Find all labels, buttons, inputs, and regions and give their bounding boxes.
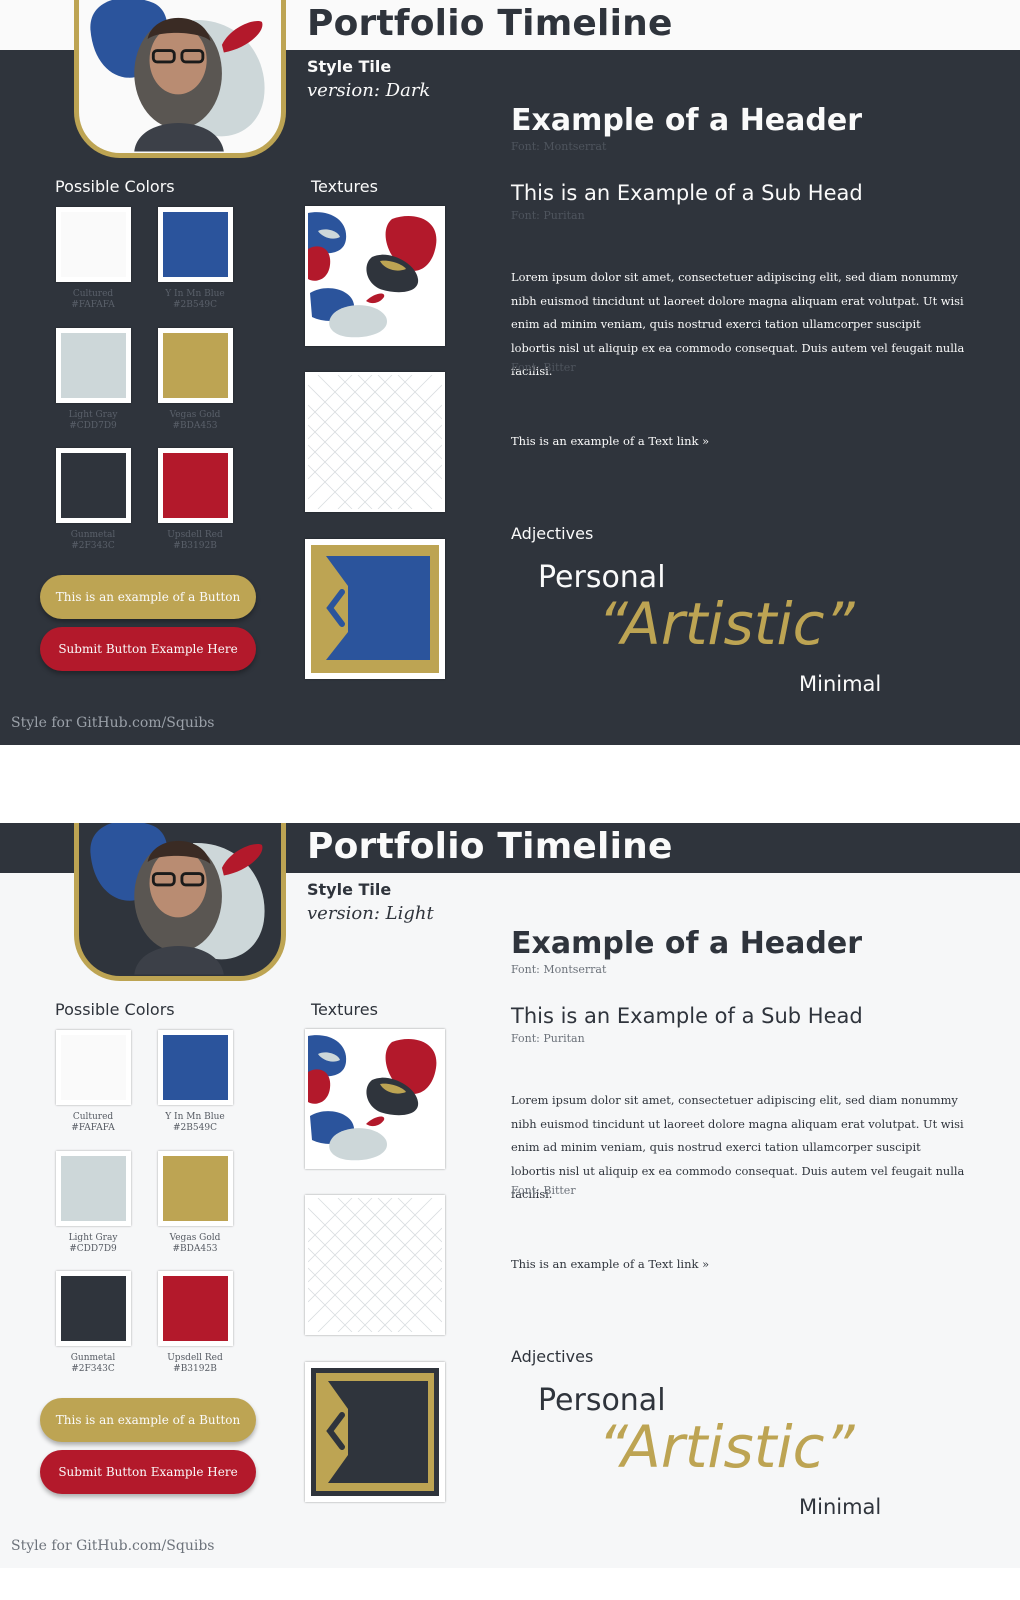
- version-prefix: version:: [307, 903, 380, 924]
- version-label: version: Light: [307, 903, 434, 924]
- subhead-font-note: Font: Puritan: [511, 209, 585, 222]
- style-tile-label: Style Tile: [307, 57, 392, 76]
- submit-button[interactable]: Submit Button Example Here: [40, 627, 256, 671]
- submit-button[interactable]: Submit Button Example Here: [40, 1450, 256, 1494]
- swatch-caption: Cultured #FAFAFA: [71, 289, 115, 310]
- adjective-minimal: Minimal: [799, 1495, 882, 1519]
- texture-shapes: [305, 206, 445, 346]
- swatch-light-gray: [56, 1151, 131, 1226]
- subhead-font-note: Font: Puritan: [511, 1032, 585, 1045]
- page-title: Portfolio Timeline: [307, 3, 673, 44]
- portrait-logo: [74, 823, 286, 981]
- texture-pattern: [305, 372, 445, 512]
- body-text: Lorem ipsum dolor sit amet, consectetuer…: [511, 1093, 965, 1201]
- adjective-minimal: Minimal: [799, 672, 882, 696]
- swatch-caption: Upsdell Red #B3192B: [167, 530, 223, 551]
- swatch-caption: Light Gray #CDD7D9: [68, 410, 118, 431]
- body-font-note: Font: Bitter: [511, 1184, 576, 1197]
- version-value: Dark: [385, 80, 431, 101]
- swatch-caption: Gunmetal #2F343C: [70, 530, 116, 551]
- adjectives-heading: Adjectives: [511, 1347, 594, 1366]
- swatch-red: [158, 448, 233, 523]
- text-link[interactable]: This is an example of a Text link »: [511, 1257, 709, 1271]
- textures-heading: Textures: [311, 1000, 378, 1019]
- example-subhead: This is an Example of a Sub Head: [511, 181, 863, 205]
- swatch-caption: Light Gray #CDD7D9: [68, 1233, 118, 1254]
- header-font-note: Font: Montserrat: [511, 963, 607, 976]
- portrait-logo: [74, 0, 286, 158]
- style-tile-dark: Portfolio Timeline Style Tile version: D…: [0, 0, 1020, 745]
- swatch-gold: [158, 1151, 233, 1226]
- swatch-caption: Gunmetal #2F343C: [70, 1353, 116, 1374]
- texture-pattern: [305, 1195, 445, 1335]
- texture-frame: [305, 1362, 445, 1502]
- swatch-caption: Y In Mn Blue #2B549C: [165, 289, 225, 310]
- body-font-note: Font: Bitter: [511, 361, 576, 374]
- colors-heading: Possible Colors: [55, 1000, 175, 1019]
- textures-heading: Textures: [311, 177, 378, 196]
- example-button[interactable]: This is an example of a Button: [40, 575, 256, 619]
- footer-credit: Style for GitHub.com/Squibs: [11, 715, 215, 731]
- swatch-gunmetal: [56, 448, 131, 523]
- swatch-light-gray: [56, 328, 131, 403]
- example-header: Example of a Header: [511, 103, 863, 138]
- footer-credit: Style for GitHub.com/Squibs: [11, 1538, 215, 1554]
- swatch-red: [158, 1271, 233, 1346]
- text-link[interactable]: This is an example of a Text link »: [511, 434, 709, 448]
- version-label: version: Dark: [307, 80, 430, 101]
- version-prefix: version:: [307, 80, 380, 101]
- swatch-cultured: [56, 207, 131, 282]
- example-subhead: This is an Example of a Sub Head: [511, 1004, 863, 1028]
- colors-heading: Possible Colors: [55, 177, 175, 196]
- swatch-cultured: [56, 1030, 131, 1105]
- style-tile-label: Style Tile: [307, 880, 392, 899]
- body-text: Lorem ipsum dolor sit amet, consectetuer…: [511, 270, 965, 378]
- page-title: Portfolio Timeline: [307, 826, 673, 867]
- example-button[interactable]: This is an example of a Button: [40, 1398, 256, 1442]
- swatch-caption: Upsdell Red #B3192B: [167, 1353, 223, 1374]
- adjectives-heading: Adjectives: [511, 524, 594, 543]
- example-header: Example of a Header: [511, 926, 863, 961]
- adjective-artistic: “Artistic”: [598, 590, 855, 658]
- swatch-caption: Vegas Gold #BDA453: [169, 410, 221, 431]
- swatch-blue: [158, 1030, 233, 1105]
- swatch-blue: [158, 207, 233, 282]
- texture-shapes: [305, 1029, 445, 1169]
- style-tile-light: Portfolio Timeline Style Tile version: L…: [0, 823, 1020, 1568]
- swatch-caption: Cultured #FAFAFA: [71, 1112, 115, 1133]
- texture-frame: [305, 539, 445, 679]
- adjective-artistic: “Artistic”: [598, 1413, 855, 1481]
- swatch-gunmetal: [56, 1271, 131, 1346]
- swatch-caption: Y In Mn Blue #2B549C: [165, 1112, 225, 1133]
- swatch-caption: Vegas Gold #BDA453: [169, 1233, 221, 1254]
- version-value: Light: [385, 903, 434, 924]
- swatch-gold: [158, 328, 233, 403]
- header-font-note: Font: Montserrat: [511, 140, 607, 153]
